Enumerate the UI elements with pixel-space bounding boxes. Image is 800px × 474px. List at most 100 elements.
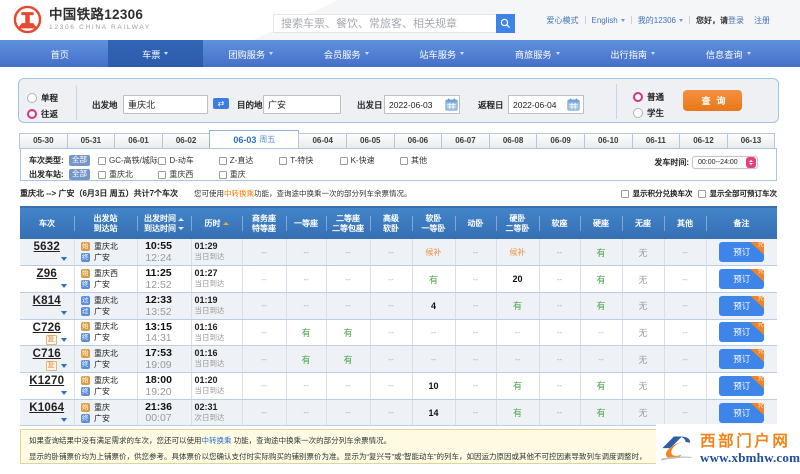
column-header-动卧[interactable]: 动卧 — [455, 206, 496, 239]
train-number-link[interactable]: C716 — [33, 348, 61, 361]
my-12306-link[interactable]: 我的12306 — [638, 15, 683, 26]
expand-train-icon[interactable] — [60, 337, 67, 342]
filter-train-type-GC-高铁/城际[interactable]: GC-高铁/城际 — [98, 155, 158, 166]
date-tab-06-10[interactable]: 06-10 — [583, 132, 633, 149]
train-number-link[interactable]: Z96 — [37, 268, 57, 280]
passenger-normal-radio[interactable]: 普通 — [633, 91, 664, 103]
sort-desc-icon[interactable] — [178, 227, 184, 230]
train-number-link[interactable]: K1270 — [29, 375, 64, 387]
filter-train-type-K-快速[interactable]: K-快速 — [339, 155, 375, 166]
expand-train-icon[interactable] — [60, 391, 67, 396]
book-button[interactable]: 预订兑 — [719, 295, 765, 316]
expand-train-icon[interactable] — [60, 364, 67, 369]
logo[interactable]: 中国铁路12306 12306 CHINA RAILWAY — [12, 4, 151, 35]
date-tab-06-12[interactable]: 06-12 — [679, 132, 728, 149]
from-station-input[interactable] — [123, 95, 208, 114]
language-link[interactable]: English — [592, 16, 625, 25]
query-button[interactable]: 查询 — [683, 90, 742, 111]
expand-train-icon[interactable] — [60, 417, 67, 422]
sort-asc-icon[interactable] — [222, 222, 229, 226]
search-button[interactable] — [496, 14, 515, 33]
column-header-硬座[interactable]: 硬座 — [580, 206, 622, 239]
date-tab-06-13[interactable]: 06-13 — [726, 132, 776, 149]
show-points-trains-checkbox[interactable]: 显示积分兑换车次 — [620, 188, 693, 199]
column-header-高级-软卧[interactable]: 高级 软卧 — [370, 206, 412, 239]
filter-train-type-Z-直达[interactable]: Z-直达 — [218, 155, 253, 166]
filter-station-重庆[interactable]: 重庆 — [218, 169, 246, 180]
date-tab-05-31[interactable]: 05-31 — [66, 132, 116, 149]
transfer-link[interactable]: 中转换乘 — [224, 189, 254, 198]
date-tab-06-09[interactable]: 06-09 — [536, 132, 585, 149]
date-tab-06-11[interactable]: 06-11 — [631, 132, 681, 149]
column-header-历时[interactable]: 历时 — [191, 206, 242, 239]
nav-item-1[interactable]: 首页 — [12, 40, 108, 67]
expand-train-icon[interactable] — [60, 310, 67, 315]
train-number-link[interactable]: K1064 — [29, 402, 64, 414]
nav-item-4[interactable]: 会员服务 — [299, 40, 395, 67]
column-header-车次[interactable]: 车次 — [20, 206, 74, 239]
swap-stations-button[interactable]: ⇄ — [213, 98, 229, 109]
book-button[interactable]: 预订兑 — [719, 322, 765, 343]
expand-train-icon[interactable] — [60, 284, 67, 289]
book-button[interactable]: 预订兑 — [719, 402, 765, 423]
column-header-软座[interactable]: 软座 — [539, 206, 580, 239]
calendar-icon[interactable] — [445, 98, 458, 111]
sort-asc-icon[interactable] — [178, 217, 184, 221]
train-number-link[interactable]: C726 — [33, 322, 61, 334]
depart-time-select[interactable]: 00:00--24:00 — [692, 156, 758, 169]
show-bookable-trains-checkbox[interactable]: 显示全部可预订车次 — [697, 188, 777, 199]
search-input[interactable] — [273, 14, 496, 33]
transfer-link[interactable]: 中转换乘 — [202, 436, 232, 445]
station-all-badge[interactable]: 全部 — [69, 169, 90, 180]
radio-icon — [27, 93, 37, 103]
passenger-student-radio[interactable]: 学生 — [633, 107, 664, 119]
date-tab-05-30[interactable]: 05-30 — [19, 132, 68, 149]
filter-train-type-其他[interactable]: 其他 — [400, 155, 427, 166]
date-tab-06-05[interactable]: 06-05 — [345, 132, 395, 149]
column-header-其他[interactable]: 其他 — [664, 206, 706, 239]
date-tab-06-04[interactable]: 06-04 — [298, 132, 347, 149]
date-tab-06-02[interactable]: 06-02 — [161, 132, 211, 149]
column-header-无座[interactable]: 无座 — [622, 206, 664, 239]
column-header-商务座-特等座[interactable]: 商务座 特等座 — [242, 206, 286, 239]
trip-roundtrip-radio[interactable]: 往返 — [27, 108, 58, 120]
register-link[interactable]: 注册 — [754, 15, 770, 26]
train-number-link[interactable]: K814 — [33, 295, 61, 307]
nav-item-2[interactable]: 车票 — [107, 40, 203, 67]
column-header-软卧-一等卧[interactable]: 软卧 一等卧 — [412, 206, 455, 239]
filter-train-type-T-特快[interactable]: T-特快 — [279, 155, 313, 166]
date-tab-06-07[interactable]: 06-07 — [441, 132, 490, 149]
nav-item-7[interactable]: 出行指南 — [585, 40, 681, 67]
calendar-icon[interactable] — [567, 98, 580, 111]
train-expand-line — [20, 255, 74, 263]
to-station-input[interactable] — [263, 95, 341, 114]
nav-item-3[interactable]: 团购服务 — [203, 40, 299, 67]
train-type-all-badge[interactable]: 全部 — [69, 155, 90, 166]
nav-item-8[interactable]: 信息查询 — [681, 40, 777, 67]
date-tab-06-06[interactable]: 06-06 — [393, 132, 443, 149]
book-button[interactable]: 预订兑 — [719, 242, 765, 263]
book-button[interactable]: 预订兑 — [719, 349, 765, 370]
filter-train-type-D-动车[interactable]: D-动车 — [158, 155, 194, 166]
column-header-硬卧-二等卧[interactable]: 硬卧 二等卧 — [496, 206, 539, 239]
date-tab-06-01[interactable]: 06-01 — [114, 132, 163, 149]
date-tab-06-08[interactable]: 06-08 — [488, 132, 538, 149]
book-button[interactable]: 预订兑 — [719, 269, 765, 290]
filter-station-重庆北[interactable]: 重庆北 — [98, 169, 133, 180]
train-number-link[interactable]: 5632 — [34, 241, 60, 253]
column-header-出发站-到达站[interactable]: 出发站 到达站 — [74, 206, 137, 239]
column-header-出发时间-到达时间[interactable]: 出发时间 到达时间 — [137, 206, 191, 239]
date-tab-label: 06-01 — [128, 136, 149, 145]
column-header-一等座[interactable]: 一等座 — [286, 206, 326, 239]
column-header-备注[interactable]: 备注 — [706, 206, 777, 239]
expand-train-icon[interactable] — [60, 257, 67, 261]
nav-item-5[interactable]: 站车服务 — [394, 40, 490, 67]
trip-oneway-radio[interactable]: 单程 — [27, 92, 58, 104]
nav-item-6[interactable]: 商旅服务 — [490, 40, 586, 67]
login-link[interactable]: 登录 — [728, 15, 744, 26]
book-button[interactable]: 预订兑 — [719, 375, 765, 396]
filter-station-重庆西[interactable]: 重庆西 — [158, 169, 193, 180]
care-mode-link[interactable]: 爱心模式 — [547, 15, 579, 26]
column-header-二等座-二等包座[interactable]: 二等座 二等包座 — [326, 206, 370, 239]
date-tab-06-03[interactable]: 06-03 周五 — [209, 129, 300, 149]
